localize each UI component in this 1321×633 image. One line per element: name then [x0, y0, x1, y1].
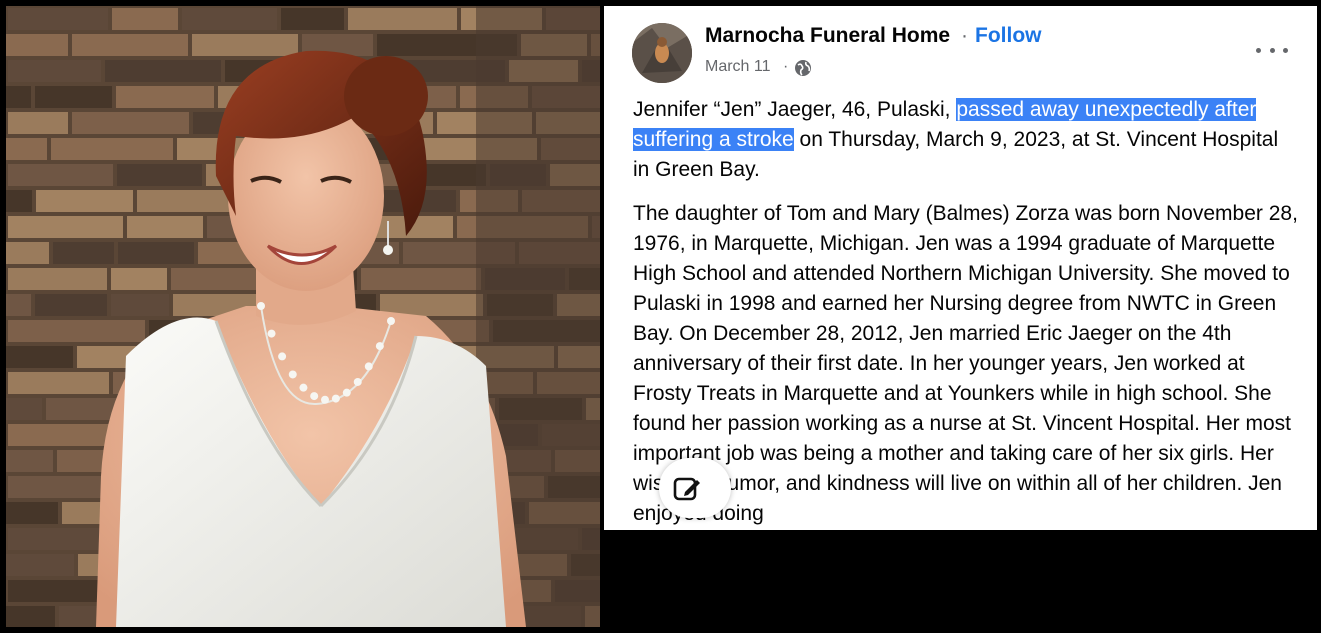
edit-button[interactable] [659, 458, 731, 518]
header-separator: · [961, 24, 968, 47]
page-name-link[interactable]: Marnocha Funeral Home [705, 24, 950, 48]
post-paragraph-2: The daughter of Tom and Mary (Balmes) Zo… [633, 202, 1298, 525]
portrait-photo [6, 6, 600, 627]
more-options-icon[interactable] [1256, 38, 1288, 62]
page-avatar[interactable] [632, 23, 692, 83]
globe-icon [795, 60, 811, 76]
follow-button[interactable]: Follow [975, 24, 1042, 48]
more-dot [1283, 47, 1288, 53]
paragraph-1-start: Jennifer “Jen” Jaeger, 46, Pulaski, [633, 98, 957, 121]
selected-text-line-1: passed away unexpectedly after [956, 98, 1257, 121]
edit-icon [673, 477, 700, 501]
facebook-post: Marnocha Funeral Home · Follow March 11 … [604, 6, 1317, 530]
post-paragraph-1: Jennifer “Jen” Jaeger, 46, Pulaski, pass… [633, 95, 1298, 185]
more-dot [1256, 47, 1261, 53]
post-timestamp[interactable]: March 11 [705, 58, 771, 76]
timestamp-separator: · [783, 58, 789, 75]
selected-text-line-2: suffering a stroke [633, 128, 794, 151]
more-dot [1269, 47, 1275, 53]
